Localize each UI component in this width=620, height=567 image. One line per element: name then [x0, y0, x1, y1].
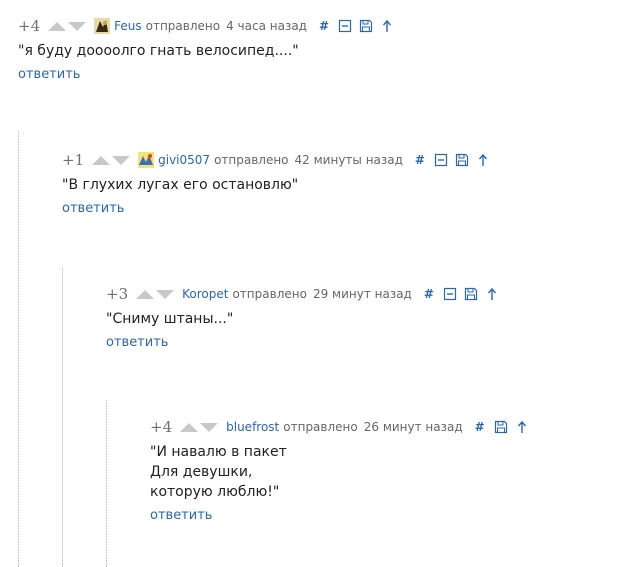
author-link[interactable]: givi0507 — [158, 153, 210, 167]
comment-koropet: +3 Koropet отправлено 29 минут назад # "… — [106, 285, 506, 350]
comment-text: "я буду доооолго гнать велосипед...." — [18, 43, 299, 59]
comment-score: +4 — [18, 17, 41, 35]
downvote-icon[interactable] — [68, 21, 87, 31]
sent-label: отправлено — [232, 287, 307, 301]
parent-arrow-icon[interactable] — [515, 420, 529, 434]
author-link[interactable]: bluefrost — [226, 420, 279, 434]
collapse-icon[interactable] — [338, 19, 352, 33]
save-icon[interactable] — [359, 19, 373, 33]
timestamp: 26 минут назад — [363, 420, 463, 434]
upvote-icon[interactable] — [136, 289, 155, 299]
save-icon[interactable] — [455, 153, 469, 167]
sent-label: отправлено — [214, 153, 289, 167]
upvote-icon[interactable] — [180, 422, 199, 432]
reply-link[interactable]: ответить — [18, 67, 80, 82]
comment-text: "Сниму штаны..." — [106, 311, 234, 327]
collapse-icon[interactable] — [434, 153, 448, 167]
parent-arrow-icon[interactable] — [476, 153, 490, 167]
parent-arrow-icon[interactable] — [485, 287, 499, 301]
comment-meta: +4 Feus отправлено 4 часа назад # — [18, 17, 401, 35]
comment-meta: +1 givi0507 отправлено 42 минуты назад # — [62, 151, 497, 169]
comment-meta: +4 bluefrost отправлено 26 минут назад # — [150, 418, 536, 436]
reply-link[interactable]: ответить — [106, 335, 168, 350]
collapse-icon[interactable] — [443, 287, 457, 301]
comment-score: +4 — [150, 418, 173, 436]
comment-meta: +3 Koropet отправлено 29 минут назад # — [106, 285, 506, 303]
comment-feus: +4 Feus отправлено 4 часа назад # "я буд… — [18, 17, 401, 82]
hash-link-icon[interactable]: # — [422, 287, 436, 301]
comment-score: +1 — [62, 151, 85, 169]
comment-text: "В глухих лугах его остановлю" — [62, 177, 299, 193]
avatar — [94, 18, 111, 34]
hash-link-icon[interactable]: # — [317, 19, 331, 33]
thread-line-level-1 — [18, 132, 19, 567]
save-icon[interactable] — [464, 287, 478, 301]
thread-line-level-2 — [62, 268, 63, 567]
parent-arrow-icon[interactable] — [380, 19, 394, 33]
hash-link-icon[interactable]: # — [473, 420, 487, 434]
comment-bluefrost: +4 bluefrost отправлено 26 минут назад #… — [150, 418, 536, 523]
save-icon[interactable] — [494, 420, 508, 434]
comment-score: +3 — [106, 285, 129, 303]
upvote-icon[interactable] — [92, 155, 111, 165]
reply-link[interactable]: ответить — [62, 201, 124, 216]
sent-label: отправлено — [283, 420, 358, 434]
downvote-icon[interactable] — [112, 155, 131, 165]
upvote-icon[interactable] — [48, 21, 67, 31]
avatar — [138, 152, 155, 168]
reply-link[interactable]: ответить — [150, 508, 212, 523]
thread-line-level-3 — [106, 400, 107, 567]
downvote-icon[interactable] — [200, 422, 219, 432]
sent-label: отправлено — [145, 19, 221, 33]
timestamp: 42 минуты назад — [294, 153, 403, 167]
author-link[interactable]: Koropet — [182, 287, 228, 301]
timestamp: 4 часа назад — [226, 19, 307, 33]
comment-text: "И навалю в пакет Для девушки, которую л… — [150, 444, 287, 500]
hash-link-icon[interactable]: # — [413, 153, 427, 167]
comment-givi0507: +1 givi0507 отправлено 42 минуты назад #… — [62, 151, 497, 216]
timestamp: 29 минут назад — [312, 287, 412, 301]
downvote-icon[interactable] — [156, 289, 175, 299]
author-link[interactable]: Feus — [114, 19, 142, 33]
